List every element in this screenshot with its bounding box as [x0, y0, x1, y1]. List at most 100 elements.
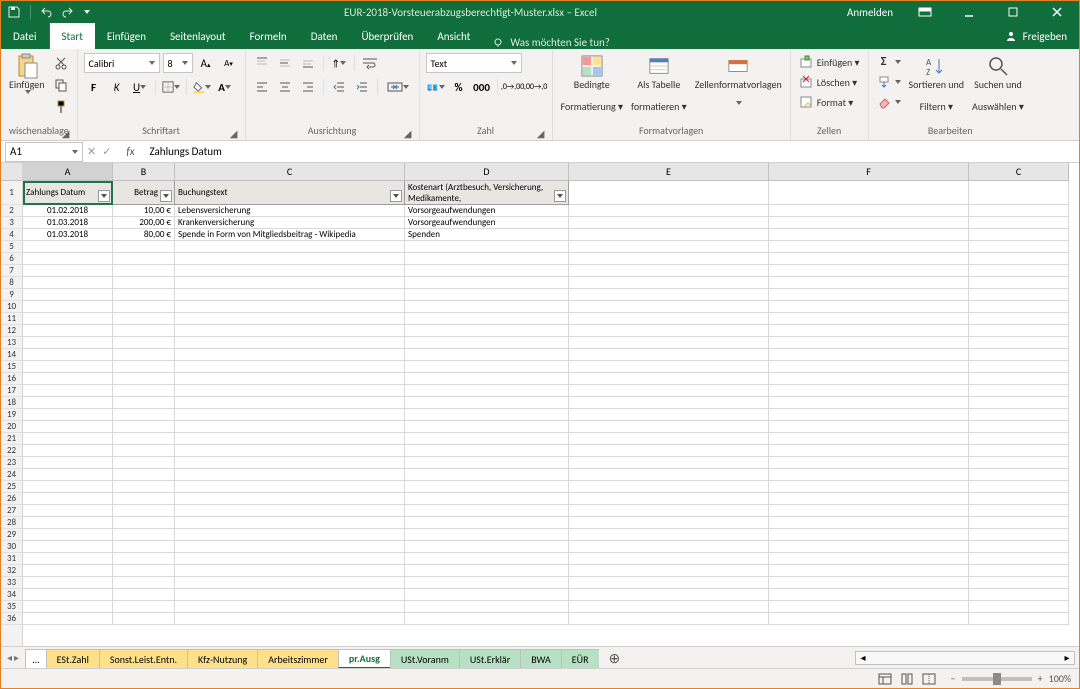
cell[interactable]	[23, 613, 113, 625]
sheet-tab[interactable]: Kfz-Nutzung	[187, 649, 258, 669]
name-box[interactable]: A1	[5, 142, 83, 162]
cell[interactable]	[23, 313, 113, 325]
row-header[interactable]: 32	[1, 565, 22, 577]
cell[interactable]: Spenden	[405, 229, 569, 241]
cell[interactable]	[969, 529, 1069, 541]
tab-start[interactable]: Start	[50, 23, 95, 49]
worksheet-grid[interactable]: 1 2 3 4 5 6 7 8 9 10 11 12 13 14 15 16 1…	[1, 163, 1079, 646]
qat-customize-icon[interactable]	[80, 5, 94, 19]
format-painter-button[interactable]	[51, 97, 71, 117]
cell[interactable]	[175, 385, 405, 397]
cell[interactable]	[175, 565, 405, 577]
decrease-decimal-button[interactable]: ,00→,0	[526, 77, 546, 97]
cell[interactable]	[23, 505, 113, 517]
cell[interactable]	[769, 565, 969, 577]
sheet-tab[interactable]: ESt.Zahl	[46, 649, 100, 669]
cell[interactable]	[769, 265, 969, 277]
cell[interactable]	[769, 361, 969, 373]
cell[interactable]	[969, 277, 1069, 289]
cell-styles-button[interactable]: Zellenformatvorlagen	[693, 53, 784, 105]
row-header[interactable]: 34	[1, 589, 22, 601]
horizontal-scrollbar[interactable]: ◂▸	[855, 651, 1075, 665]
cell[interactable]	[405, 613, 569, 625]
cell[interactable]	[769, 253, 969, 265]
zoom-in-button[interactable]: +	[1038, 672, 1043, 685]
column-header[interactable]: E	[569, 163, 769, 181]
borders-button[interactable]	[161, 77, 181, 97]
cell[interactable]	[405, 529, 569, 541]
cell[interactable]	[113, 241, 175, 253]
row-header[interactable]: 5	[1, 241, 22, 253]
percent-button[interactable]: %	[449, 77, 469, 97]
cell[interactable]	[405, 397, 569, 409]
cell[interactable]	[969, 229, 1069, 241]
column-header[interactable]: B	[113, 163, 175, 181]
cell[interactable]	[405, 541, 569, 553]
tab-review[interactable]: Überprüfen	[349, 23, 425, 49]
cell[interactable]	[113, 553, 175, 565]
underline-button[interactable]: U	[130, 77, 150, 97]
cell[interactable]	[969, 361, 1069, 373]
row-header[interactable]: 18	[1, 397, 22, 409]
row-header[interactable]: 31	[1, 553, 22, 565]
filter-icon[interactable]	[554, 190, 566, 202]
row-header[interactable]: 35	[1, 601, 22, 613]
cell[interactable]	[23, 361, 113, 373]
cell[interactable]: 01.03.2018	[23, 229, 113, 241]
copy-button[interactable]	[51, 75, 71, 95]
cut-button[interactable]	[51, 53, 71, 73]
cell[interactable]	[23, 457, 113, 469]
row-header[interactable]: 11	[1, 313, 22, 325]
align-top-button[interactable]	[252, 53, 272, 73]
cell[interactable]	[769, 217, 969, 229]
row-header[interactable]: 1	[1, 181, 22, 205]
cell[interactable]	[405, 589, 569, 601]
cell[interactable]	[23, 397, 113, 409]
align-right-button[interactable]	[298, 77, 318, 97]
cell[interactable]	[769, 529, 969, 541]
font-name-select[interactable]: Calibri	[84, 53, 160, 73]
cell[interactable]	[569, 361, 769, 373]
cell[interactable]	[405, 325, 569, 337]
cell[interactable]	[175, 613, 405, 625]
cell[interactable]	[769, 313, 969, 325]
cell[interactable]	[23, 421, 113, 433]
cell[interactable]	[769, 277, 969, 289]
cell[interactable]	[769, 181, 969, 205]
zoom-slider[interactable]	[962, 677, 1032, 681]
cell[interactable]	[769, 553, 969, 565]
row-header[interactable]: 2	[1, 205, 22, 217]
wrap-text-button[interactable]	[360, 53, 380, 73]
row-header[interactable]: 25	[1, 481, 22, 493]
sheet-tab[interactable]: Arbeitszimmer	[257, 649, 339, 669]
cell[interactable]	[113, 337, 175, 349]
column-header[interactable]: D	[405, 163, 569, 181]
cell[interactable]	[175, 457, 405, 469]
tab-file[interactable]: Datei	[1, 23, 50, 49]
row-header[interactable]: 19	[1, 409, 22, 421]
row-header[interactable]: 36	[1, 613, 22, 625]
increase-decimal-button[interactable]: ,0→,00	[503, 77, 523, 97]
cell[interactable]	[569, 397, 769, 409]
cell[interactable]	[405, 289, 569, 301]
cell[interactable]	[175, 373, 405, 385]
cell[interactable]	[769, 385, 969, 397]
insert-function-button[interactable]: fx	[121, 145, 139, 158]
cell[interactable]	[23, 565, 113, 577]
cell[interactable]	[769, 445, 969, 457]
table-header-cell[interactable]: Kostenart (Arztbesuch, Versicherung, Med…	[405, 181, 569, 205]
cell[interactable]	[569, 277, 769, 289]
cell[interactable]	[969, 601, 1069, 613]
italic-button[interactable]: K	[107, 77, 127, 97]
cell[interactable]	[769, 421, 969, 433]
cell[interactable]	[405, 517, 569, 529]
cell[interactable]	[113, 373, 175, 385]
number-format-select[interactable]: Text	[426, 53, 522, 73]
cell[interactable]	[23, 541, 113, 553]
cell[interactable]	[113, 301, 175, 313]
undo-icon[interactable]	[40, 5, 54, 19]
cell[interactable]	[113, 457, 175, 469]
format-as-table-button[interactable]: Als Tabelleformatieren ▾	[629, 53, 689, 112]
cell[interactable]	[405, 577, 569, 589]
cell[interactable]	[969, 541, 1069, 553]
